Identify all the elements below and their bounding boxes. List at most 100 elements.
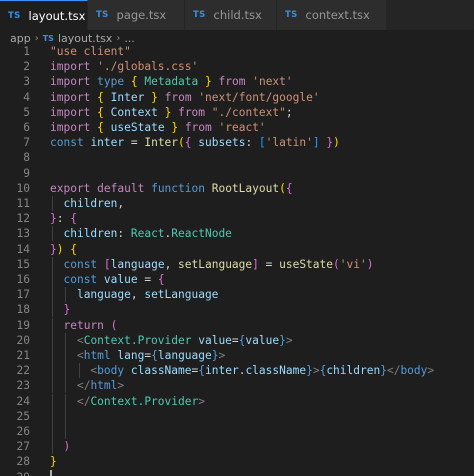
code-text: const [language, setLanguage] = useState… xyxy=(63,257,374,271)
code-line[interactable]: 23 </html> xyxy=(0,378,474,394)
indent-guide xyxy=(65,424,67,439)
code-line[interactable]: 7 const inter = Inter({ subsets: ['latin'… xyxy=(0,135,474,150)
code-line[interactable]: 1 "use client" xyxy=(0,44,474,59)
code-text: import { Context } from "./context"; xyxy=(50,105,293,119)
code-text: <html lang={language}> xyxy=(76,349,226,362)
code-text: import { useState } from 'react' xyxy=(50,121,266,134)
code-editor[interactable]: 1 "use client" 2 import './globals.css' 3 imp… xyxy=(0,44,474,476)
line-number: 18 xyxy=(16,303,30,317)
line-number: 20 xyxy=(16,333,30,347)
code-line[interactable]: 4 import { Inter } from 'next/font/google… xyxy=(0,90,474,105)
line-number: 12 xyxy=(16,212,30,226)
code-line[interactable]: 29 xyxy=(0,469,474,476)
line-number: 13 xyxy=(16,227,30,241)
code-line[interactable]: 2 import './globals.css' xyxy=(0,59,474,74)
code-line[interactable]: 14 }) { xyxy=(0,242,474,257)
tab-label: layout.tsx xyxy=(28,8,86,23)
indent-guide xyxy=(52,424,53,439)
code-text: ) xyxy=(63,440,71,454)
indent-guide xyxy=(52,408,53,424)
tab-label: page.tsx xyxy=(116,8,167,22)
line-number: 8 xyxy=(23,151,30,165)
code-text: </html> xyxy=(76,379,125,393)
code-text: const inter = Inter({ subsets: ['latin']… xyxy=(50,136,340,150)
code-text: children: React.ReactNode xyxy=(63,227,232,241)
code-line[interactable]: 13 children: React.ReactNode xyxy=(0,226,474,242)
code-line[interactable]: 17 language, setLanguage xyxy=(0,287,474,303)
code-text: import { Inter } from 'next/font/google' xyxy=(50,90,320,104)
code-line[interactable]: 26 xyxy=(0,424,474,439)
line-number: 15 xyxy=(16,257,30,271)
code-text: export default function RootLayout({ xyxy=(50,181,293,195)
tab-layout-tsx[interactable]: TS layout.tsx ✕ xyxy=(0,0,105,30)
typescript-file-icon: TS xyxy=(96,10,109,20)
tab-context-tsx[interactable]: TS context.tsx xyxy=(277,0,387,30)
code-text: children, xyxy=(63,197,125,210)
code-line[interactable]: 6 import { useState } from 'react' xyxy=(0,120,474,135)
tab-page-tsx[interactable]: TS page.tsx xyxy=(88,0,185,30)
line-number: 1 xyxy=(23,45,30,58)
line-number: 11 xyxy=(16,197,30,210)
code-line[interactable]: 8 xyxy=(0,150,474,165)
code-line[interactable]: 3 import type { Metadata } from 'next' xyxy=(0,74,474,89)
line-number: 26 xyxy=(16,425,30,438)
code-text: } xyxy=(50,455,57,469)
code-text: "use client" xyxy=(50,45,131,58)
code-line[interactable]: 18 } xyxy=(0,302,474,318)
code-line[interactable]: 25 xyxy=(0,408,474,424)
line-number: 7 xyxy=(23,136,30,150)
editor-tab-bar: TS layout.tsx ✕ TS page.tsx TS child.tsx… xyxy=(0,0,474,30)
code-line[interactable]: 28} xyxy=(0,454,474,469)
line-number: 21 xyxy=(16,349,30,362)
code-line[interactable]: 9 xyxy=(0,166,474,181)
code-line[interactable]: 19 return ( xyxy=(0,317,474,333)
line-number: 19 xyxy=(16,318,30,332)
typescript-file-icon: TS xyxy=(285,10,298,20)
line-number: 6 xyxy=(23,121,30,134)
code-line[interactable]: 27 ) xyxy=(0,439,474,455)
tab-label: context.tsx xyxy=(305,8,370,22)
code-text: return ( xyxy=(63,318,118,332)
code-line[interactable]: 12 }: { xyxy=(0,211,474,226)
code-line[interactable]: 5 import { Context } from "./context"; xyxy=(0,105,474,120)
code-text: import './globals.css' xyxy=(50,60,199,74)
indent-guide xyxy=(65,408,67,424)
code-text: <body className={inter.className}>{child… xyxy=(90,364,435,378)
line-number: 22 xyxy=(16,364,30,378)
line-number: 10 xyxy=(16,181,30,195)
code-line[interactable]: 10 export default function RootLayout({ xyxy=(0,181,474,196)
line-number: 2 xyxy=(23,60,30,74)
line-number: 25 xyxy=(16,409,30,423)
code-line[interactable]: 22 <body className={inter.className}>{ch… xyxy=(0,363,474,379)
code-text: import type { Metadata } from 'next' xyxy=(50,75,293,89)
line-number: 3 xyxy=(23,75,30,89)
code-line[interactable]: 21 <html lang={language}> xyxy=(0,348,474,363)
code-text: language, setLanguage xyxy=(76,288,219,302)
typescript-file-icon: TS xyxy=(8,10,21,21)
code-text: </Context.Provider> xyxy=(76,394,205,408)
chevron-right-icon: › xyxy=(116,33,121,44)
line-number: 4 xyxy=(23,90,30,104)
code-line[interactable]: 15 const [language, setLanguage] = useSt… xyxy=(0,256,474,272)
tab-child-tsx[interactable]: TS child.tsx xyxy=(185,0,277,30)
code-line[interactable]: 20 <Context.Provider value={value}> xyxy=(0,332,474,348)
line-number: 29 xyxy=(0,470,30,476)
text-cursor xyxy=(50,469,52,476)
line-number: 28 xyxy=(16,455,30,469)
chevron-right-icon: › xyxy=(34,33,39,44)
code-text: }: { xyxy=(50,212,77,226)
line-number: 16 xyxy=(16,273,30,286)
tab-label: child.tsx xyxy=(213,8,262,22)
code-line[interactable]: 11 children, xyxy=(0,196,474,211)
line-number: 14 xyxy=(16,242,30,256)
line-number: 5 xyxy=(23,105,30,119)
line-number: 17 xyxy=(16,288,30,302)
code-line[interactable]: 16 const value = { xyxy=(0,272,474,287)
code-text: const value = { xyxy=(63,273,165,286)
code-line[interactable]: 24 </Context.Provider> xyxy=(0,393,474,409)
code-text: }) { xyxy=(50,242,77,256)
line-number: 9 xyxy=(23,166,30,180)
line-number: 23 xyxy=(16,379,30,393)
code-text: <Context.Provider value={value}> xyxy=(76,333,293,347)
typescript-file-icon: TS xyxy=(42,34,54,43)
